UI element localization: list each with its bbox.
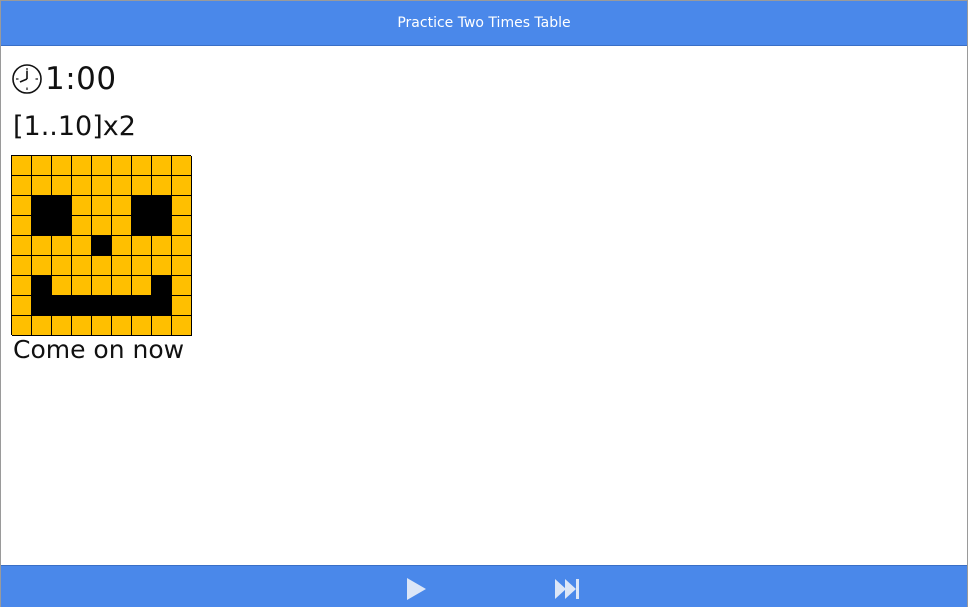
face-cell — [52, 276, 72, 296]
face-cell — [72, 216, 92, 236]
face-feature-cell — [132, 196, 152, 216]
play-icon — [407, 578, 426, 600]
timer: 1:00 — [11, 57, 117, 101]
face-cell — [92, 156, 112, 176]
face-cell — [52, 176, 72, 196]
face-feature-cell — [52, 216, 72, 236]
face-cell — [72, 256, 92, 276]
app-window: Practice Two Times Table 1:00 [1..10]x2 … — [0, 0, 968, 607]
skip-forward-icon — [555, 579, 579, 599]
face-cell — [32, 156, 52, 176]
face-cell — [152, 156, 172, 176]
face-cell — [72, 236, 92, 256]
face-cell — [112, 316, 132, 336]
face-feature-cell — [32, 296, 52, 316]
face-cell — [112, 196, 132, 216]
face-cell — [12, 176, 32, 196]
face-cell — [72, 316, 92, 336]
face-cell — [92, 276, 112, 296]
face-cell — [112, 176, 132, 196]
face-cell — [12, 216, 32, 236]
face-cell — [132, 256, 152, 276]
face-cell — [32, 236, 52, 256]
face-feature-cell — [32, 216, 52, 236]
face-cell — [72, 196, 92, 216]
face-cell — [152, 236, 172, 256]
face-cell — [12, 316, 32, 336]
face-cell — [32, 176, 52, 196]
face-cell — [92, 216, 112, 236]
face-cell — [12, 156, 32, 176]
face-cell — [112, 256, 132, 276]
face-cell — [132, 156, 152, 176]
face-cell — [172, 236, 192, 256]
face-feature-cell — [92, 236, 112, 256]
face-feature-cell — [152, 276, 172, 296]
face-cell — [132, 176, 152, 196]
face-cell — [12, 196, 32, 216]
face-feature-cell — [132, 296, 152, 316]
face-cell — [72, 156, 92, 176]
face-cell — [92, 256, 112, 276]
face-cell — [172, 256, 192, 276]
face-feature-cell — [112, 296, 132, 316]
face-cell — [72, 176, 92, 196]
window-title: Practice Two Times Table — [397, 15, 571, 31]
face-cell — [52, 156, 72, 176]
face-feature-cell — [92, 296, 112, 316]
face-cell — [12, 256, 32, 276]
face-cell — [172, 176, 192, 196]
face-cell — [52, 316, 72, 336]
face-cell — [172, 156, 192, 176]
face-cell — [112, 276, 132, 296]
face-feature-cell — [152, 196, 172, 216]
clock-icon — [11, 63, 43, 95]
face-feature-cell — [132, 216, 152, 236]
main-content: 1:00 [1..10]x2 Come on now — [11, 57, 192, 364]
face-cell — [172, 316, 192, 336]
face-feature-cell — [32, 196, 52, 216]
exercise-range: [1..10]x2 — [13, 111, 136, 142]
face-cell — [132, 276, 152, 296]
face-cell — [152, 176, 172, 196]
face-cell — [172, 196, 192, 216]
face-feature-cell — [52, 296, 72, 316]
face-cell — [152, 316, 172, 336]
face-cell — [112, 216, 132, 236]
smiley-face-grid — [11, 155, 192, 336]
face-cell — [12, 296, 32, 316]
face-cell — [152, 256, 172, 276]
face-cell — [132, 236, 152, 256]
control-bar — [1, 565, 967, 607]
face-cell — [32, 256, 52, 276]
face-cell — [172, 276, 192, 296]
face-cell — [172, 296, 192, 316]
face-cell — [172, 216, 192, 236]
feedback-message: Come on now — [13, 335, 185, 364]
timer-value: 1:00 — [45, 61, 117, 97]
face-feature-cell — [152, 216, 172, 236]
face-feature-cell — [72, 296, 92, 316]
face-cell — [72, 276, 92, 296]
face-cell — [12, 236, 32, 256]
face-cell — [12, 276, 32, 296]
title-bar: Practice Two Times Table — [1, 1, 967, 46]
face-cell — [52, 256, 72, 276]
face-cell — [52, 236, 72, 256]
face-cell — [92, 196, 112, 216]
face-feature-cell — [32, 276, 52, 296]
face-cell — [112, 156, 132, 176]
face-cell — [32, 316, 52, 336]
face-feature-cell — [52, 196, 72, 216]
face-cell — [132, 316, 152, 336]
skip-forward-button[interactable] — [553, 576, 581, 602]
face-cell — [92, 176, 112, 196]
face-cell — [112, 236, 132, 256]
play-button[interactable] — [403, 576, 429, 602]
face-cell — [92, 316, 112, 336]
face-feature-cell — [152, 296, 172, 316]
